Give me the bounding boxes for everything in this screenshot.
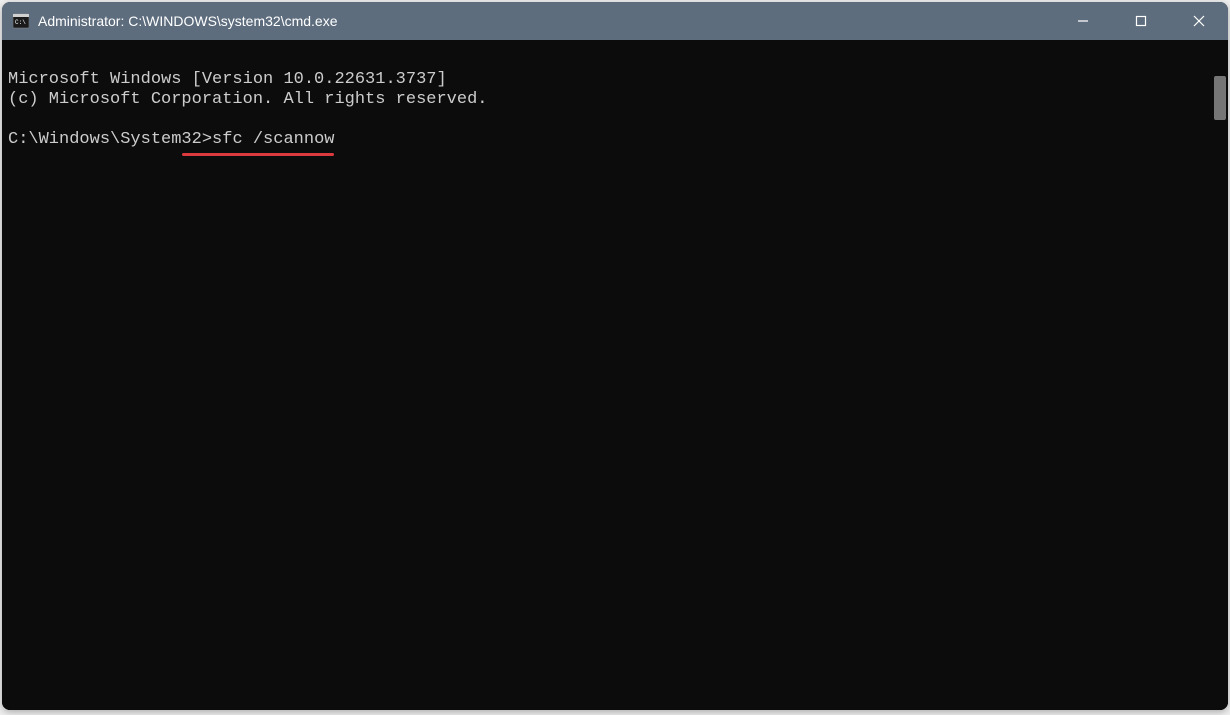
maximize-button[interactable]	[1112, 2, 1170, 40]
prompt-path: C:\Windows\System32>	[8, 130, 212, 149]
prompt-line: C:\Windows\System32>sfc /scannow	[8, 130, 334, 150]
scrollbar-thumb[interactable]	[1214, 76, 1226, 120]
scrollbar-track[interactable]	[1210, 40, 1228, 710]
command-underline-annotation	[182, 153, 334, 156]
minimize-button[interactable]	[1054, 2, 1112, 40]
close-icon	[1193, 15, 1205, 27]
typed-command: sfc /scannow	[212, 130, 334, 149]
version-line: Microsoft Windows [Version 10.0.22631.37…	[8, 70, 1222, 90]
cmd-icon: C:\	[12, 12, 30, 30]
window-controls	[1054, 2, 1228, 40]
copyright-line: (c) Microsoft Corporation. All rights re…	[8, 90, 1222, 110]
minimize-icon	[1077, 15, 1089, 27]
window-title: Administrator: C:\WINDOWS\system32\cmd.e…	[38, 13, 1054, 29]
cmd-window: C:\ Administrator: C:\WINDOWS\system32\c…	[2, 2, 1228, 710]
svg-text:C:\: C:\	[15, 19, 26, 26]
close-button[interactable]	[1170, 2, 1228, 40]
terminal-output[interactable]: Microsoft Windows [Version 10.0.22631.37…	[2, 40, 1228, 710]
maximize-icon	[1135, 15, 1147, 27]
titlebar[interactable]: C:\ Administrator: C:\WINDOWS\system32\c…	[2, 2, 1228, 40]
blank-line	[8, 110, 1222, 130]
